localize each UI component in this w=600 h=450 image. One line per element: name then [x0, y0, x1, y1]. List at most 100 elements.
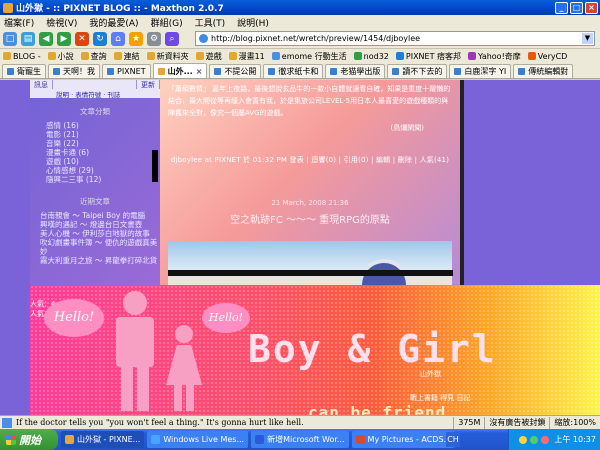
- post-signature: (鳥爛閑聞): [390, 124, 424, 132]
- page-icon: [454, 68, 462, 75]
- category-link[interactable]: 漫畫卡通 (6): [30, 148, 160, 157]
- menu-bar: 檔案(F) 檢視(V) 我的最愛(A) 群組(G) 工具(T) 說明(H): [0, 15, 600, 29]
- horizontal-scrollbar[interactable]: [168, 270, 453, 276]
- taskbar-item[interactable]: 山外獄 - PIXNE...: [61, 431, 145, 448]
- navigation-toolbar: □ ▤ ◀ ▶ ✕ ↻ ⌂ ★ ⚙ ⌕ http://blog.pixnet.n…: [0, 29, 600, 49]
- menu-groups[interactable]: 群組(G): [151, 16, 183, 29]
- vertical-scrollbar[interactable]: [460, 80, 464, 285]
- man-figure-leg: [121, 367, 133, 411]
- language-indicator[interactable]: CH: [446, 432, 460, 447]
- page-icon: [330, 68, 338, 75]
- tray-icon[interactable]: [530, 435, 539, 444]
- blog-post: 「蕭碩數情」 嘉年上夜路，最後想說玄品牛的一款小自體就讓看自確，知果是重度十躍懶…: [160, 80, 460, 311]
- category-heading: 文章分類: [80, 107, 110, 116]
- taskbar-item[interactable]: My Pictures - ACDS...: [351, 431, 456, 448]
- taskbar-item[interactable]: Windows Live Mes...: [147, 431, 249, 448]
- address-bar[interactable]: http://blog.pixnet.net/wretch/preview/14…: [195, 31, 595, 46]
- sidebar-scroll-handle[interactable]: [152, 150, 158, 182]
- folder-icon: [113, 52, 122, 60]
- woman-figure-leg: [174, 385, 182, 411]
- category-link[interactable]: 電影 (21): [30, 130, 160, 139]
- favorite-item[interactable]: 連結: [113, 51, 140, 62]
- banner-tagline: can be friend.: [308, 403, 457, 415]
- favorite-item[interactable]: 漫畫11: [228, 51, 265, 62]
- stop-icon[interactable]: ✕: [75, 31, 89, 46]
- new-page-icon[interactable]: □: [3, 31, 17, 46]
- category-link[interactable]: 感情 (16): [30, 121, 160, 130]
- browser-tab[interactable]: 天啊！我: [48, 64, 100, 78]
- favorite-item[interactable]: 小說: [47, 51, 74, 62]
- browser-tab[interactable]: 不提公開: [209, 64, 262, 78]
- word-icon: [255, 435, 265, 444]
- tray-icon[interactable]: [519, 435, 528, 444]
- favorites-star-icon[interactable]: ★: [129, 31, 143, 46]
- page-icon: [518, 68, 526, 75]
- category-link[interactable]: 音樂 (22): [30, 139, 160, 148]
- recent-article-link[interactable]: 美人心機 ～ 伊利莎白地獄的故事: [30, 229, 160, 238]
- favorite-item[interactable]: VeryCD: [527, 52, 567, 61]
- favorite-item[interactable]: BLOG -: [3, 52, 41, 61]
- page-icon: [395, 52, 404, 60]
- search-icon[interactable]: ⌕: [165, 31, 179, 46]
- tools-icon[interactable]: ⚙: [147, 31, 161, 46]
- recent-article-link[interactable]: 興嘆的遇記 ～ 燈邊台日文書壺: [30, 220, 160, 229]
- menu-view[interactable]: 檢視(V): [46, 16, 77, 29]
- recent-article-link[interactable]: 台南親會 ～ Taipei Boy 的電腦: [30, 211, 160, 220]
- sidebar-tabs: 訊息 更新: [30, 80, 160, 89]
- hello-bubble-left: Hello!: [44, 299, 104, 337]
- zoom-level[interactable]: 縮放:100%: [549, 416, 600, 429]
- folder-icon: [47, 52, 56, 60]
- category-link[interactable]: 遊戲 (10): [30, 157, 160, 166]
- menu-tools[interactable]: 工具(T): [195, 16, 226, 29]
- menu-favorites[interactable]: 我的最愛(A): [89, 16, 138, 29]
- browser-tab[interactable]: 衛寵生: [2, 64, 46, 78]
- sidebar-tab-messages[interactable]: 訊息: [30, 80, 53, 89]
- tray-icon[interactable]: [541, 435, 550, 444]
- chevron-down-icon[interactable]: ▼: [582, 33, 593, 44]
- popup-blocker-status[interactable]: 沒有廣告被封鎖: [484, 416, 549, 429]
- address-url[interactable]: http://blog.pixnet.net/wretch/preview/14…: [211, 34, 420, 43]
- memory-size: 375M: [453, 416, 484, 429]
- favorite-item[interactable]: 新資料夾: [146, 51, 189, 62]
- recent-article-link[interactable]: 吹幻劇畫事件簿 ～ 便仇的遊戲真美妙: [30, 238, 160, 256]
- favorite-item[interactable]: PIXNET 痞客邦: [395, 51, 461, 62]
- home-icon[interactable]: ⌂: [111, 31, 125, 46]
- browser-tab[interactable]: 傳統編輯對: [513, 64, 574, 78]
- browser-tab-active[interactable]: 山外... ×: [152, 63, 208, 78]
- menu-help[interactable]: 說明(H): [237, 16, 269, 29]
- browser-tab[interactable]: PIXNET: [102, 64, 151, 78]
- taskbar-item[interactable]: 新增Microsoft Wor...: [251, 431, 349, 448]
- favorite-item[interactable]: 查詢: [80, 51, 107, 62]
- category-link[interactable]: 心情感想 (29): [30, 166, 160, 175]
- browser-tab-bar: 衛寵生 天啊！我 PIXNET 山外... × 不提公開 徹求紙卡和 老猫學出版 …: [0, 63, 600, 79]
- page-icon: [527, 52, 536, 60]
- refresh-icon[interactable]: ↻: [93, 31, 107, 46]
- browser-tab[interactable]: 徹求紙卡和: [263, 64, 324, 78]
- browser-tab[interactable]: 老猫學出版: [325, 64, 386, 78]
- sidebar-help-links[interactable]: 說明 · 表情符號 · 刊誌: [30, 89, 160, 99]
- forward-arrow-icon[interactable]: ▶: [57, 31, 71, 46]
- favorites-bar: BLOG - 小說 查詢 連結 新資料夾 遊戲 漫畫11 emome 行動生活 …: [0, 49, 600, 63]
- browser-tab[interactable]: 白鹿潔字 YI: [449, 64, 512, 78]
- browser-tab[interactable]: 讀不下去的: [387, 64, 448, 78]
- minimize-button[interactable]: _: [555, 1, 568, 14]
- close-tab-icon[interactable]: ×: [196, 67, 203, 76]
- post-body: 「蕭碩數情」 嘉年上夜路，最後想說玄品牛的一款小自體就讓看自確，知果是重度十躍懶…: [168, 85, 451, 117]
- favorite-item[interactable]: Yahoo!奇摩: [468, 51, 521, 62]
- favorite-item[interactable]: nod32: [353, 52, 389, 61]
- post-title[interactable]: 空之軌跡FC ～～～ 重現RPG的原點: [160, 211, 460, 226]
- category-link[interactable]: 隨興二三事 (12): [30, 175, 160, 184]
- favorite-item[interactable]: 遊戲: [195, 51, 222, 62]
- start-button[interactable]: 開始: [0, 429, 58, 450]
- back-arrow-icon[interactable]: ◀: [39, 31, 53, 46]
- favorite-item[interactable]: emome 行動生活: [271, 51, 347, 62]
- woman-figure-leg: [186, 385, 194, 411]
- maximize-button[interactable]: □: [570, 1, 583, 14]
- recent-article-link[interactable]: 霧大利重月之旅 ～ 昇龍拳打碎北貨: [30, 256, 160, 265]
- open-icon[interactable]: ▤: [21, 31, 35, 46]
- sidebar-tab-update[interactable]: 更新: [137, 80, 160, 89]
- post-meta-links[interactable]: djboylee at PIXNET 於 01:32 PM 發表 | 迴響(0)…: [160, 155, 460, 165]
- close-button[interactable]: ×: [585, 1, 598, 14]
- messenger-icon: [151, 435, 161, 444]
- menu-file[interactable]: 檔案(F): [4, 16, 34, 29]
